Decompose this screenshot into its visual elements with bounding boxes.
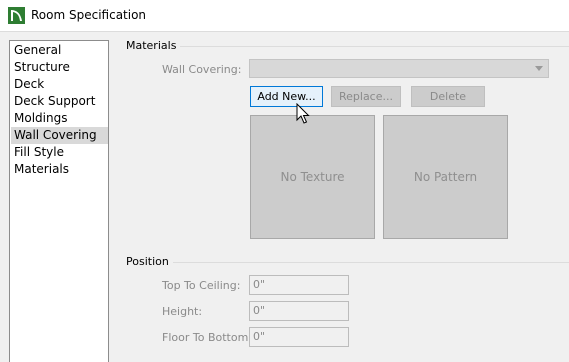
texture-placeholder-text: No Texture <box>280 170 345 184</box>
chevron-down-icon <box>535 66 543 71</box>
sidebar-item-wall-covering[interactable]: Wall Covering <box>11 127 108 144</box>
floor-to-bottom-label: Floor To Bottom: <box>162 331 252 344</box>
sidebar-item-materials[interactable]: Materials <box>11 161 108 178</box>
add-new-button[interactable]: Add New... <box>250 86 323 107</box>
replace-button[interactable]: Replace... <box>331 86 401 107</box>
mouse-pointer-icon <box>296 103 310 124</box>
sidebar-item-fill-style[interactable]: Fill Style <box>11 144 108 161</box>
sidebar-item-deck[interactable]: Deck <box>11 76 108 93</box>
sidebar-item-structure[interactable]: Structure <box>11 59 108 76</box>
materials-group-label: Materials <box>126 39 181 53</box>
height-field[interactable]: 0" <box>249 301 349 321</box>
wall-covering-dropdown[interactable] <box>249 59 549 78</box>
top-to-ceiling-field[interactable]: 0" <box>249 275 349 295</box>
app-logo-icon <box>8 7 25 24</box>
window-title: Room Specification <box>31 8 147 22</box>
sidebar-item-deck-support[interactable]: Deck Support <box>11 93 108 110</box>
delete-button[interactable]: Delete <box>411 86 485 107</box>
height-label: Height: <box>162 305 203 318</box>
sidebar-item-moldings[interactable]: Moldings <box>11 110 108 127</box>
top-to-ceiling-label: Top To Ceiling: <box>162 279 241 292</box>
position-group-label: Position <box>126 255 173 269</box>
materials-group-divider <box>126 46 569 47</box>
wall-covering-label: Wall Covering: <box>162 63 242 76</box>
sidebar-item-general[interactable]: General <box>11 42 108 59</box>
pattern-placeholder-text: No Pattern <box>413 170 478 184</box>
floor-to-bottom-field[interactable]: 0" <box>249 327 349 347</box>
category-list[interactable]: General Structure Deck Deck Support Mold… <box>9 40 109 362</box>
position-group-divider <box>126 262 569 263</box>
texture-preview: No Texture <box>250 115 375 239</box>
title-bar: Room Specification <box>0 0 569 32</box>
pattern-preview: No Pattern <box>383 115 508 239</box>
